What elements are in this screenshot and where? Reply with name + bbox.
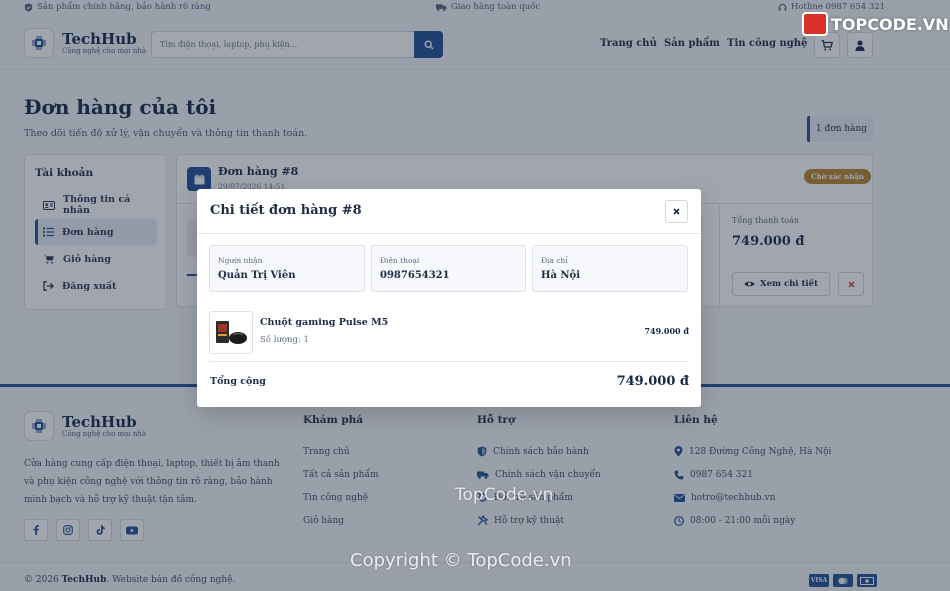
watermark-copyright: Copyright © TopCode.vn [350, 550, 572, 571]
phone-value: 0987654321 [380, 270, 450, 281]
item-quantity: Số lượng: 1 [260, 335, 309, 345]
address-value: Hà Nội [541, 270, 581, 281]
modal-divider [209, 361, 689, 362]
total-value: 749.000 đ [616, 374, 689, 389]
recipient-box: Người nhận Quản Trị Viên [209, 245, 365, 292]
mouse-box-image [216, 320, 247, 344]
close-icon [673, 208, 680, 215]
product-thumbnail [209, 311, 253, 354]
item-name: Chuột gaming Pulse M5 [260, 317, 389, 328]
phone-box: Điện thoại 0987654321 [371, 245, 526, 292]
watermark-logo: TOPCODE.VN [802, 12, 949, 36]
recipient-label: Người nhận [218, 256, 263, 265]
modal-close-button[interactable] [665, 200, 688, 223]
item-price: 749.000 đ [644, 326, 689, 336]
modal-title: Chi tiết đơn hàng #8 [210, 203, 362, 218]
total-label: Tổng cộng [210, 376, 266, 387]
watermark-mark-icon [802, 12, 828, 36]
order-detail-modal: Chi tiết đơn hàng #8 Người nhận Quản Trị… [197, 189, 701, 407]
phone-label: Điện thoại [380, 256, 420, 265]
recipient-value: Quản Trị Viên [218, 270, 296, 281]
modal-header-divider [197, 233, 701, 234]
address-box: Địa chỉ Hà Nội [532, 245, 688, 292]
address-label: Địa chỉ [541, 256, 568, 265]
watermark-text: TopCode.vn [455, 485, 554, 505]
